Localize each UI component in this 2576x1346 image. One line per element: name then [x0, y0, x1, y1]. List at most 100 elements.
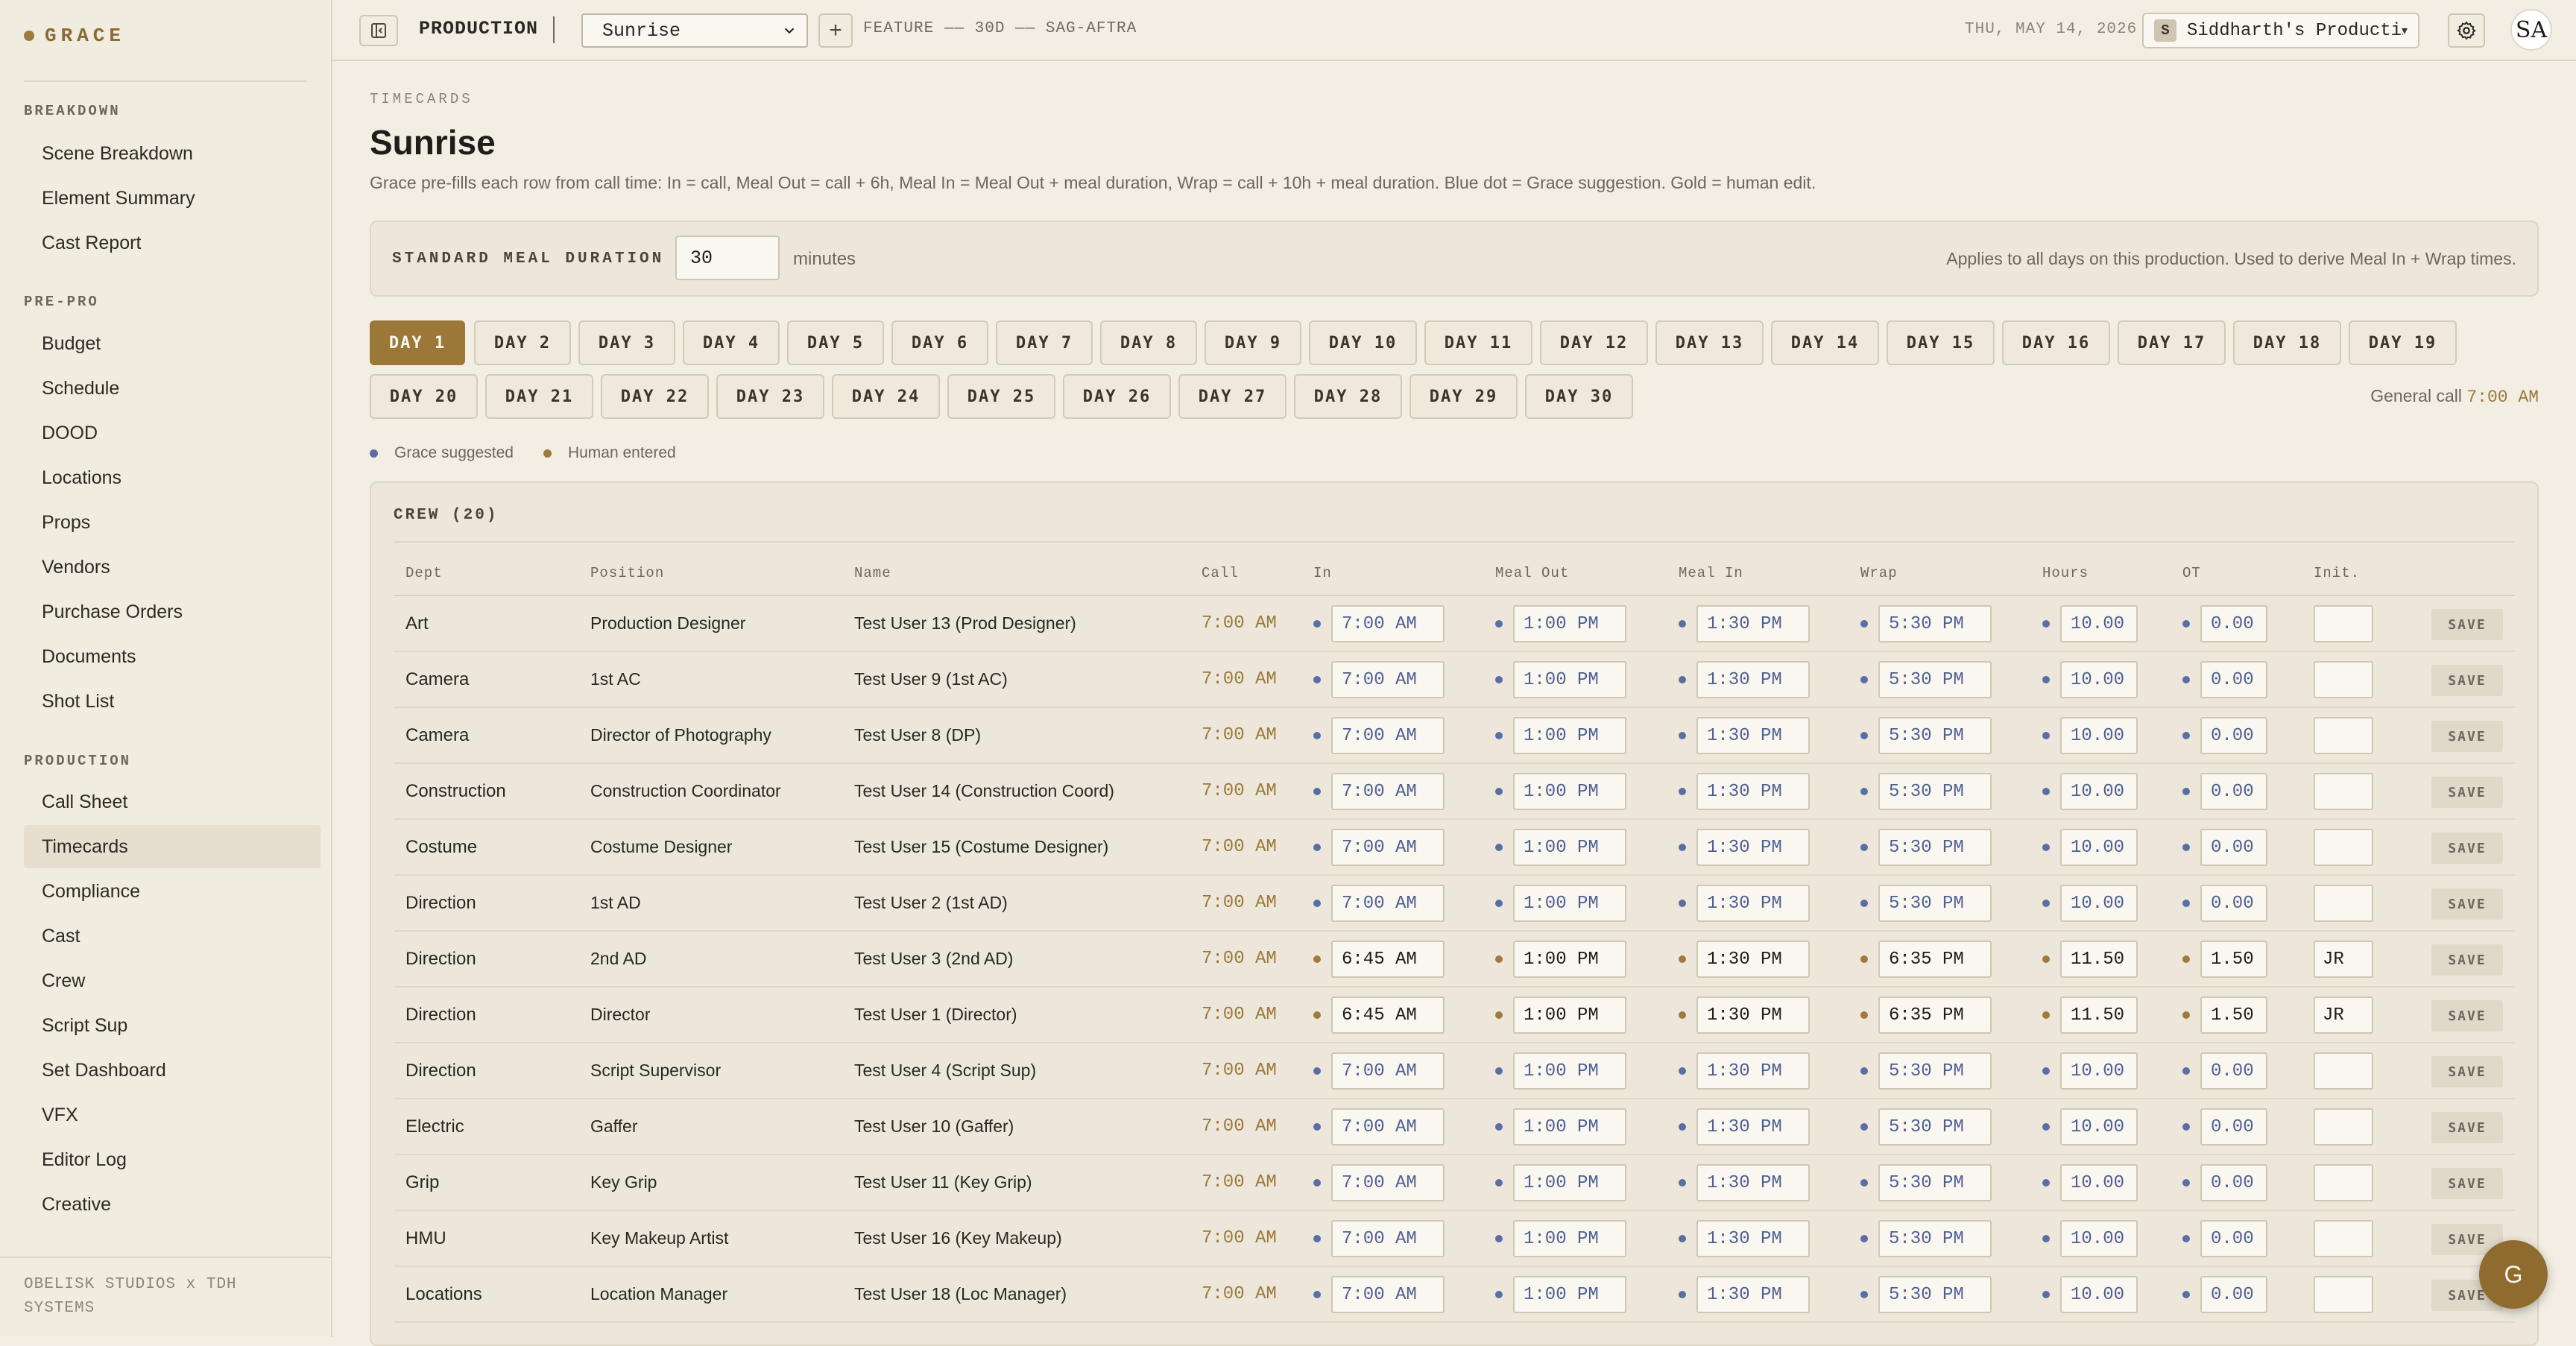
wrap-input[interactable]: 5:30 PM	[1878, 1276, 1992, 1313]
in-time-input[interactable]: 7:00 AM	[1331, 829, 1445, 866]
hours-input[interactable]: 10.00	[2060, 1276, 2138, 1313]
initials-input[interactable]	[2314, 829, 2373, 866]
tab-day-26[interactable]: DAY 26	[1063, 374, 1171, 419]
user-avatar[interactable]: SA	[2510, 9, 2552, 51]
meal-duration-input[interactable]	[675, 236, 780, 280]
meal-out-input[interactable]: 1:00 PM	[1513, 941, 1626, 978]
in-time-input[interactable]: 7:00 AM	[1331, 661, 1445, 698]
wrap-input[interactable]: 5:30 PM	[1878, 1164, 1992, 1201]
in-time-input[interactable]: 7:00 AM	[1331, 1220, 1445, 1257]
sidebar-item-crew[interactable]: Crew	[24, 959, 321, 1002]
tab-day-23[interactable]: DAY 23	[716, 374, 824, 419]
initials-input[interactable]	[2314, 1276, 2373, 1313]
sidebar-item-element-summary[interactable]: Element Summary	[24, 177, 321, 220]
tab-day-8[interactable]: DAY 8	[1100, 320, 1197, 365]
settings-button[interactable]	[2448, 13, 2485, 48]
in-time-input[interactable]: 7:00 AM	[1331, 885, 1445, 922]
tab-day-4[interactable]: DAY 4	[683, 320, 780, 365]
wrap-input[interactable]: 5:30 PM	[1878, 1108, 1992, 1146]
meal-in-input[interactable]: 1:30 PM	[1696, 1164, 1810, 1201]
meal-in-input[interactable]: 1:30 PM	[1696, 1052, 1810, 1090]
save-button[interactable]: SAVE	[2431, 665, 2503, 696]
in-time-input[interactable]: 7:00 AM	[1331, 1276, 1445, 1313]
add-project-button[interactable]: +	[818, 13, 853, 48]
ot-input[interactable]: 0.00	[2200, 661, 2267, 698]
wrap-input[interactable]: 5:30 PM	[1878, 717, 1992, 754]
meal-out-input[interactable]: 1:00 PM	[1513, 1052, 1626, 1090]
hours-input[interactable]: 10.00	[2060, 773, 2138, 810]
initials-input[interactable]	[2314, 1164, 2373, 1201]
wrap-input[interactable]: 5:30 PM	[1878, 605, 1992, 642]
sidebar-item-set-dashboard[interactable]: Set Dashboard	[24, 1049, 321, 1092]
ot-input[interactable]: 0.00	[2200, 717, 2267, 754]
tab-day-22[interactable]: DAY 22	[601, 374, 709, 419]
tab-day-11[interactable]: DAY 11	[1424, 320, 1532, 365]
meal-in-input[interactable]: 1:30 PM	[1696, 1276, 1810, 1313]
tab-day-6[interactable]: DAY 6	[891, 320, 988, 365]
tab-day-30[interactable]: DAY 30	[1525, 374, 1633, 419]
in-time-input[interactable]: 7:00 AM	[1331, 717, 1445, 754]
ot-input[interactable]: 0.00	[2200, 1220, 2267, 1257]
initials-input[interactable]	[2314, 717, 2373, 754]
sidebar-item-dood[interactable]: DOOD	[24, 411, 321, 455]
meal-out-input[interactable]: 1:00 PM	[1513, 605, 1626, 642]
initials-input[interactable]: JR	[2314, 941, 2373, 978]
initials-input[interactable]	[2314, 1052, 2373, 1090]
hours-input[interactable]: 10.00	[2060, 1108, 2138, 1146]
meal-out-input[interactable]: 1:00 PM	[1513, 661, 1626, 698]
save-button[interactable]: SAVE	[2431, 1112, 2503, 1143]
meal-out-input[interactable]: 1:00 PM	[1513, 885, 1626, 922]
hours-input[interactable]: 10.00	[2060, 717, 2138, 754]
ot-input[interactable]: 0.00	[2200, 829, 2267, 866]
meal-out-input[interactable]: 1:00 PM	[1513, 1164, 1626, 1201]
initials-input[interactable]: JR	[2314, 996, 2373, 1034]
meal-out-input[interactable]: 1:00 PM	[1513, 996, 1626, 1034]
save-button[interactable]: SAVE	[2431, 1168, 2503, 1199]
in-time-input[interactable]: 6:45 AM	[1331, 996, 1445, 1034]
sidebar-item-timecards[interactable]: Timecards	[24, 825, 321, 868]
meal-out-input[interactable]: 1:00 PM	[1513, 1108, 1626, 1146]
collapse-sidebar-button[interactable]	[359, 15, 398, 46]
tab-day-7[interactable]: DAY 7	[996, 320, 1093, 365]
sidebar-item-cast[interactable]: Cast	[24, 914, 321, 958]
initials-input[interactable]	[2314, 1108, 2373, 1146]
sidebar-item-props[interactable]: Props	[24, 501, 321, 544]
save-button[interactable]: SAVE	[2431, 944, 2503, 976]
tab-day-14[interactable]: DAY 14	[1771, 320, 1879, 365]
initials-input[interactable]	[2314, 1220, 2373, 1257]
in-time-input[interactable]: 7:00 AM	[1331, 605, 1445, 642]
wrap-input[interactable]: 6:35 PM	[1878, 941, 1992, 978]
wrap-input[interactable]: 5:30 PM	[1878, 773, 1992, 810]
tab-day-10[interactable]: DAY 10	[1309, 320, 1417, 365]
meal-in-input[interactable]: 1:30 PM	[1696, 829, 1810, 866]
meal-out-input[interactable]: 1:00 PM	[1513, 1220, 1626, 1257]
ot-input[interactable]: 0.00	[2200, 1276, 2267, 1313]
hours-input[interactable]: 10.00	[2060, 885, 2138, 922]
tab-day-25[interactable]: DAY 25	[947, 374, 1055, 419]
sidebar-item-creative[interactable]: Creative	[24, 1183, 321, 1226]
hours-input[interactable]: 11.50	[2060, 996, 2138, 1034]
save-button[interactable]: SAVE	[2431, 777, 2503, 808]
wrap-input[interactable]: 5:30 PM	[1878, 885, 1992, 922]
meal-out-input[interactable]: 1:00 PM	[1513, 1276, 1626, 1313]
initials-input[interactable]	[2314, 661, 2373, 698]
ot-input[interactable]: 0.00	[2200, 1052, 2267, 1090]
tab-day-1[interactable]: DAY 1	[370, 320, 465, 365]
sidebar-item-locations[interactable]: Locations	[24, 456, 321, 499]
meal-in-input[interactable]: 1:30 PM	[1696, 1220, 1810, 1257]
tab-day-15[interactable]: DAY 15	[1887, 320, 1995, 365]
hours-input[interactable]: 10.00	[2060, 1164, 2138, 1201]
meal-in-input[interactable]: 1:30 PM	[1696, 996, 1810, 1034]
hours-input[interactable]: 10.00	[2060, 605, 2138, 642]
meal-in-input[interactable]: 1:30 PM	[1696, 1108, 1810, 1146]
meal-out-input[interactable]: 1:00 PM	[1513, 717, 1626, 754]
in-time-input[interactable]: 6:45 AM	[1331, 941, 1445, 978]
tab-day-5[interactable]: DAY 5	[787, 320, 884, 365]
meal-out-input[interactable]: 1:00 PM	[1513, 829, 1626, 866]
tab-day-28[interactable]: DAY 28	[1294, 374, 1402, 419]
meal-in-input[interactable]: 1:30 PM	[1696, 605, 1810, 642]
meal-in-input[interactable]: 1:30 PM	[1696, 773, 1810, 810]
sidebar-item-purchase-orders[interactable]: Purchase Orders	[24, 590, 321, 633]
tab-day-27[interactable]: DAY 27	[1178, 374, 1287, 419]
save-button[interactable]: SAVE	[2431, 721, 2503, 752]
